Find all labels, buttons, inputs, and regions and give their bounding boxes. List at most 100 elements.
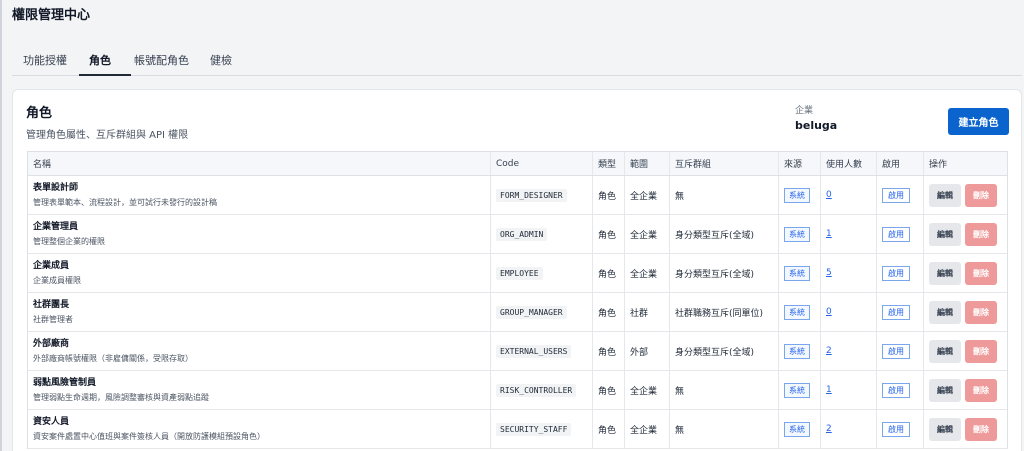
source-cell: 系統 — [778, 293, 820, 331]
create-role-button[interactable]: 建立角色 — [948, 108, 1009, 135]
tab-function-authorization[interactable]: 功能授權 — [23, 52, 67, 68]
header-enabled: 啟用 — [876, 152, 923, 175]
name-cell: 資安人員 資安案件處置中心值班與案件簽核人員（開放防護模組預設角色） — [28, 410, 490, 448]
source-badge: 系統 — [784, 304, 810, 320]
edit-button[interactable]: 編輯 — [929, 301, 961, 324]
edit-button[interactable]: 編輯 — [929, 262, 961, 285]
role-exclusion-group: 無 — [669, 371, 778, 409]
enabled-badge: 啟用 — [882, 226, 910, 242]
role-description: 企業成員權限 — [33, 276, 81, 285]
header-exclusion-group: 互斥群組 — [669, 152, 778, 175]
role-description: 管理整個企業的權限 — [33, 237, 105, 246]
delete-button[interactable]: 刪除 — [965, 418, 997, 441]
role-scope: 社群 — [624, 293, 669, 331]
company-value: beluga — [795, 119, 838, 132]
enabled-cell: 啟用 — [876, 332, 923, 370]
user-count-link[interactable]: 2 — [826, 424, 832, 434]
header-name: 名稱 — [33, 160, 52, 170]
header-actions: 操作 — [923, 152, 1009, 175]
users-cell: 1 — [820, 371, 876, 409]
actions-cell: 編輯 刪除 — [923, 410, 1009, 448]
users-cell: 0 — [820, 176, 876, 214]
delete-button[interactable]: 刪除 — [965, 184, 997, 207]
enabled-cell: 啟用 — [876, 410, 923, 448]
role-exclusion-group: 身分類型互斥(全域) — [669, 215, 778, 253]
table-row: 企業成員 企業成員權限 EMPLOYEE 角色 全企業 身分類型互斥(全域) 系… — [28, 254, 1007, 293]
code-cell: GROUP_MANAGER — [490, 293, 592, 331]
table-row: 弱點風險管制員 管理弱點生命週期，風險調整審核與資產弱點追蹤 RISK_CONT… — [28, 371, 1007, 410]
role-exclusion-group: 身分類型互斥(全域) — [669, 332, 778, 370]
enabled-cell: 啟用 — [876, 215, 923, 253]
enabled-badge: 啟用 — [882, 421, 910, 437]
role-name: 表單設計師 — [33, 183, 79, 193]
user-count-link[interactable]: 2 — [826, 346, 832, 356]
header-source: 來源 — [778, 152, 820, 175]
edit-button[interactable]: 編輯 — [929, 379, 961, 402]
table-row: 表單設計師 管理表單範本、流程設計，並可試行未發行的設計稿 FORM_DESIG… — [28, 176, 1007, 215]
enabled-badge: 啟用 — [882, 187, 910, 203]
table-row: 資安人員 資安案件處置中心值班與案件簽核人員（開放防護模組預設角色） SECUR… — [28, 410, 1007, 449]
enabled-badge: 啟用 — [882, 382, 910, 398]
tab-account-role-assignment[interactable]: 帳號配角色 — [134, 52, 189, 68]
code-cell: RISK_CONTROLLER — [490, 371, 592, 409]
delete-button[interactable]: 刪除 — [965, 379, 997, 402]
code-cell: FORM_DESIGNER — [490, 176, 592, 214]
card-subtitle: 管理角色屬性、互斥群組與 API 權限 — [26, 130, 189, 141]
name-cell: 社群團長 社群管理者 — [28, 293, 490, 331]
role-description: 外部廠商帳號權限（非雇傭關係，受限存取） — [33, 354, 193, 363]
user-count-link[interactable]: 0 — [826, 190, 832, 200]
table-row: 外部廠商 外部廠商帳號權限（非雇傭關係，受限存取） EXTERNAL_USERS… — [28, 332, 1007, 371]
source-cell: 系統 — [778, 410, 820, 448]
header-code: Code — [490, 152, 592, 175]
code-cell: EXTERNAL_USERS — [490, 332, 592, 370]
role-scope: 外部 — [624, 332, 669, 370]
name-cell: 表單設計師 管理表單範本、流程設計，並可試行未發行的設計稿 — [28, 176, 490, 214]
header-type: 類型 — [592, 152, 624, 175]
source-badge: 系統 — [784, 187, 810, 203]
enabled-badge: 啟用 — [882, 265, 910, 281]
name-cell: 弱點風險管制員 管理弱點生命週期，風險調整審核與資產弱點追蹤 — [28, 371, 490, 409]
role-code: FORM_DESIGNER — [496, 188, 567, 202]
source-badge: 系統 — [784, 343, 810, 359]
enabled-badge: 啟用 — [882, 304, 910, 320]
user-count-link[interactable]: 1 — [826, 229, 832, 239]
role-name: 企業管理員 — [33, 222, 79, 232]
actions-cell: 編輯 刪除 — [923, 254, 1009, 292]
user-count-link[interactable]: 5 — [826, 268, 832, 278]
role-type: 角色 — [592, 332, 624, 370]
role-type: 角色 — [592, 176, 624, 214]
tab-roles[interactable]: 角色 — [89, 52, 111, 68]
tab-health-check[interactable]: 健檢 — [210, 52, 232, 68]
name-cell: 企業管理員 管理整個企業的權限 — [28, 215, 490, 253]
role-exclusion-group: 無 — [669, 410, 778, 448]
delete-button[interactable]: 刪除 — [965, 340, 997, 363]
roles-table: 名稱 Code 類型 範圍 互斥群組 來源 使用人數 啟用 操作 表單設計師 管… — [27, 151, 1008, 449]
enabled-cell: 啟用 — [876, 254, 923, 292]
user-count-link[interactable]: 0 — [826, 307, 832, 317]
role-type: 角色 — [592, 410, 624, 448]
role-type: 角色 — [592, 254, 624, 292]
users-cell: 0 — [820, 293, 876, 331]
edit-button[interactable]: 編輯 — [929, 223, 961, 246]
role-exclusion-group: 身分類型互斥(全域) — [669, 254, 778, 292]
actions-cell: 編輯 刪除 — [923, 293, 1009, 331]
users-cell: 2 — [820, 410, 876, 448]
code-cell: EMPLOYEE — [490, 254, 592, 292]
edit-button[interactable]: 編輯 — [929, 340, 961, 363]
actions-cell: 編輯 刪除 — [923, 371, 1009, 409]
table-row: 企業管理員 管理整個企業的權限 ORG_ADMIN 角色 全企業 身分類型互斥(… — [28, 215, 1007, 254]
header-scope: 範圍 — [624, 152, 669, 175]
role-name: 外部廠商 — [33, 339, 70, 349]
edit-button[interactable]: 編輯 — [929, 418, 961, 441]
users-cell: 1 — [820, 215, 876, 253]
role-description: 管理表單範本、流程設計，並可試行未發行的設計稿 — [33, 198, 217, 207]
table-header-row: 名稱 Code 類型 範圍 互斥群組 來源 使用人數 啟用 操作 — [28, 152, 1007, 176]
delete-button[interactable]: 刪除 — [965, 301, 997, 324]
delete-button[interactable]: 刪除 — [965, 223, 997, 246]
edit-button[interactable]: 編輯 — [929, 184, 961, 207]
card-title: 角色 — [26, 106, 53, 121]
role-code: RISK_CONTROLLER — [496, 383, 577, 397]
name-cell: 外部廠商 外部廠商帳號權限（非雇傭關係，受限存取） — [28, 332, 490, 370]
delete-button[interactable]: 刪除 — [965, 262, 997, 285]
user-count-link[interactable]: 1 — [826, 385, 832, 395]
